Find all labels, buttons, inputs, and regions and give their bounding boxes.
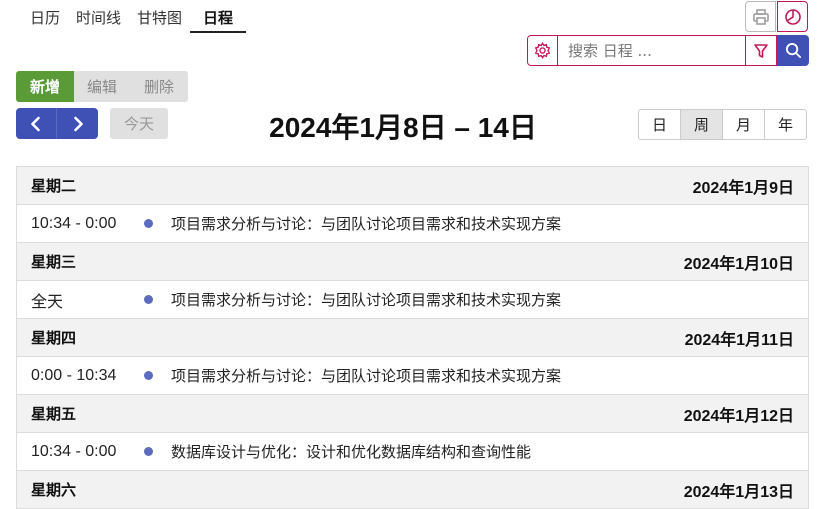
previous-button[interactable] [16, 108, 57, 139]
view-tabs: 日历 时间线 甘特图 日程 [22, 0, 247, 33]
event-dot [144, 447, 153, 456]
day-header: 星期三 2024年1月10日 [17, 243, 808, 281]
date-range-title: 2024年1月8日 – 14日 [269, 112, 537, 143]
tab-timeline[interactable]: 时间线 [68, 0, 129, 33]
event-title: 项目需求分析与讨论：与团队讨论项目需求和技术实现方案 [171, 215, 562, 233]
search-button[interactable] [777, 35, 809, 66]
search-input[interactable] [558, 35, 745, 66]
day-header: 星期四 2024年1月11日 [17, 319, 808, 357]
event-dot [144, 371, 153, 380]
view-month-button[interactable]: 月 [722, 109, 765, 140]
event-time: 10:34 - 0:00 [31, 442, 117, 460]
tab-calendar[interactable]: 日历 [22, 0, 68, 33]
next-button[interactable] [57, 108, 98, 139]
day-date: 2024年1月9日 [692, 179, 794, 197]
delete-button[interactable]: 删除 [130, 71, 188, 102]
chevron-left-icon [31, 116, 40, 131]
day-weekday: 星期四 [31, 329, 77, 347]
tab-gantt[interactable]: 甘特图 [129, 0, 190, 33]
search-icon [785, 42, 801, 59]
print-button[interactable] [745, 1, 776, 32]
event-dot [144, 219, 153, 228]
day-header: 星期五 2024年1月12日 [17, 395, 808, 433]
event-title: 数据库设计与优化：设计和优化数据库结构和查询性能 [171, 443, 532, 461]
settings-button[interactable] [527, 35, 558, 66]
event-time: 10:34 - 0:00 [31, 214, 117, 232]
printer-icon [752, 8, 769, 25]
day-date: 2024年1月11日 [684, 331, 794, 349]
day-weekday: 星期五 [31, 405, 77, 423]
event-row[interactable]: 全天 项目需求分析与讨论：与团队讨论项目需求和技术实现方案 [17, 281, 808, 319]
new-button[interactable]: 新增 [16, 71, 74, 102]
tab-schedule[interactable]: 日程 [190, 0, 247, 33]
day-date: 2024年1月10日 [683, 255, 794, 273]
day-weekday: 星期六 [31, 481, 77, 499]
event-row[interactable]: 0:00 - 10:34 项目需求分析与讨论：与团队讨论项目需求和技术实现方案 [17, 357, 808, 395]
view-day-button[interactable]: 日 [638, 109, 681, 140]
event-time: 0:00 - 10:34 [31, 366, 117, 384]
pie-clock-icon [784, 8, 801, 25]
event-row[interactable]: 10:34 - 0:00 项目需求分析与讨论：与团队讨论项目需求和技术实现方案 [17, 205, 808, 243]
view-year-button[interactable]: 年 [764, 109, 807, 140]
gear-icon [534, 42, 551, 59]
day-date: 2024年1月13日 [683, 483, 794, 501]
day-date: 2024年1月12日 [683, 407, 794, 425]
report-button[interactable] [777, 1, 808, 32]
day-weekday: 星期二 [31, 177, 77, 195]
event-row[interactable]: 10:34 - 0:00 数据库设计与优化：设计和优化数据库结构和查询性能 [17, 433, 808, 471]
day-header: 星期二 2024年1月9日 [17, 167, 808, 205]
schedule-list: 星期二 2024年1月9日 10:34 - 0:00 项目需求分析与讨论：与团队… [16, 166, 809, 509]
today-button[interactable]: 今天 [110, 108, 168, 139]
chevron-right-icon [73, 116, 83, 131]
day-weekday: 星期三 [31, 253, 77, 271]
event-time: 全天 [31, 293, 64, 311]
view-week-button[interactable]: 周 [680, 109, 723, 140]
event-title: 项目需求分析与讨论：与团队讨论项目需求和技术实现方案 [171, 291, 562, 309]
view-switcher: 日 周 月 年 [638, 109, 807, 140]
event-dot [144, 295, 153, 304]
filter-button[interactable] [745, 35, 777, 66]
edit-button[interactable]: 编辑 [74, 71, 130, 102]
event-title: 项目需求分析与讨论：与团队讨论项目需求和技术实现方案 [171, 367, 562, 385]
day-header: 星期六 2024年1月13日 [17, 471, 808, 509]
filter-icon [754, 43, 768, 58]
